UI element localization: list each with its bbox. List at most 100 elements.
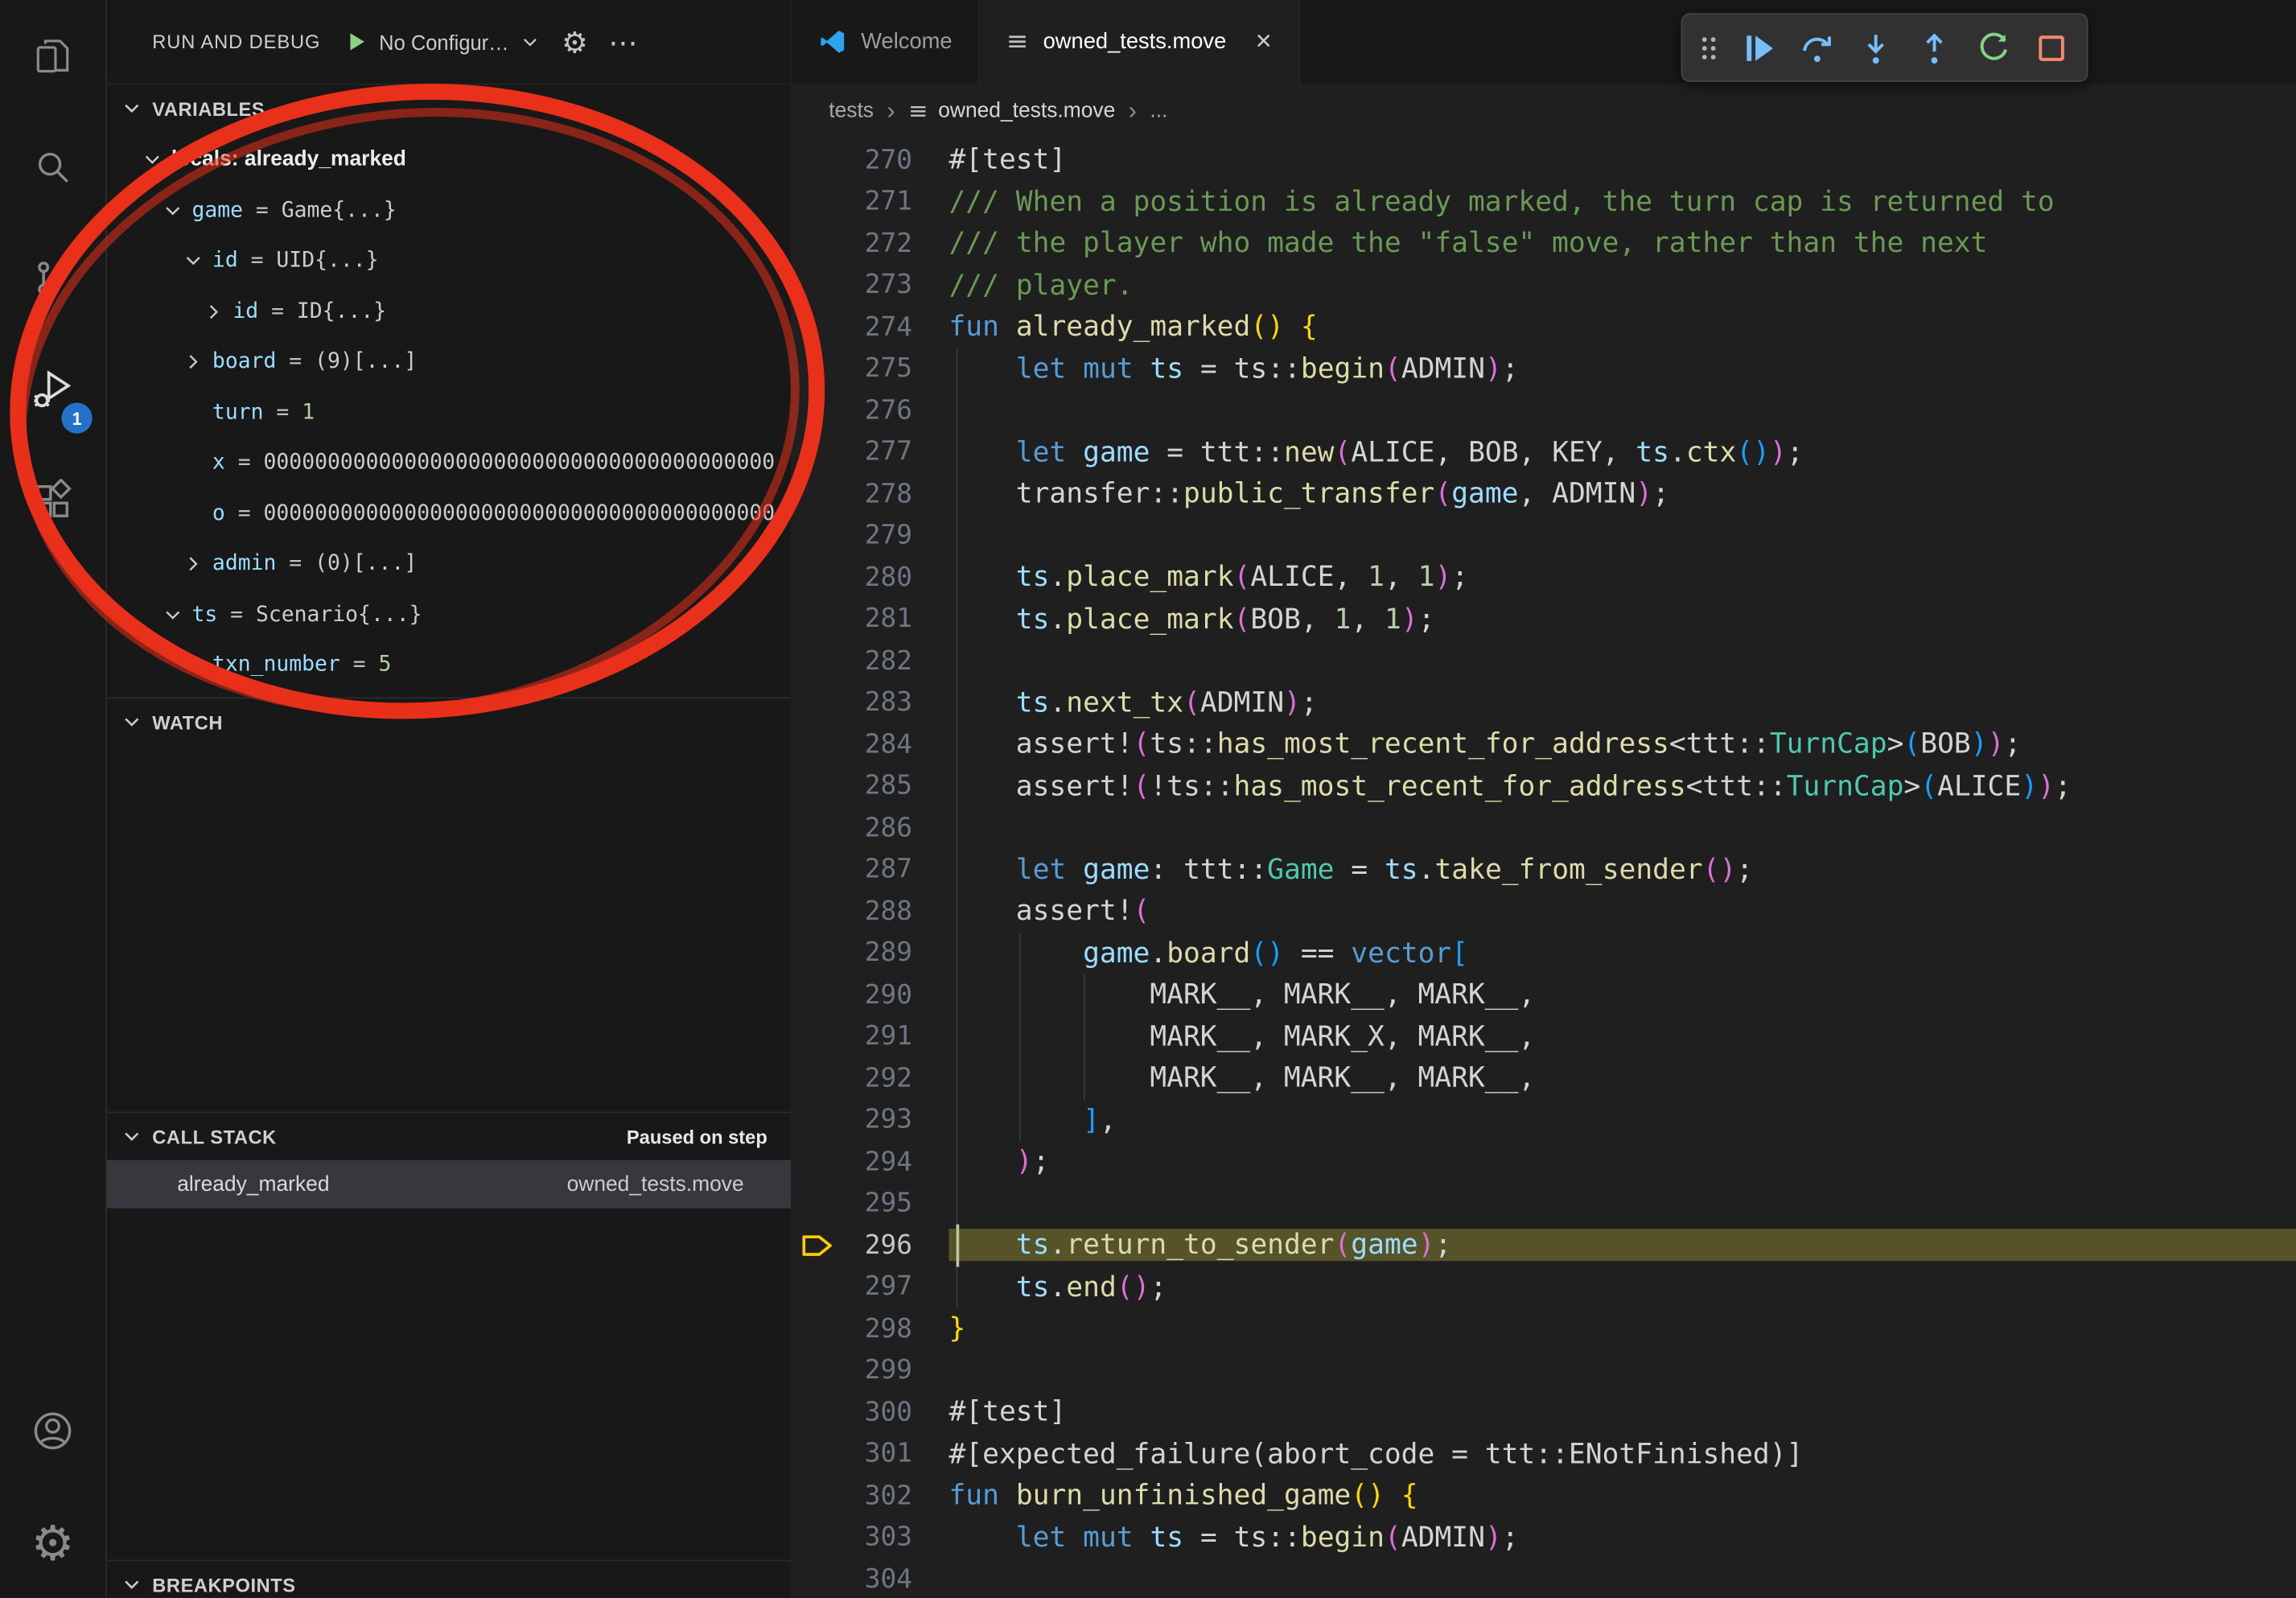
variable-row[interactable]: board = (9)[...] bbox=[107, 337, 791, 388]
code-text[interactable]: ts.next_tx(ADMIN); bbox=[948, 686, 2296, 719]
breadcrumb-folder[interactable]: tests bbox=[829, 100, 874, 123]
tab-owned-tests-move[interactable]: ≡ owned_tests.move × bbox=[980, 0, 1299, 84]
variables-scope-row[interactable]: locals: already_marked bbox=[107, 134, 791, 185]
line-number[interactable]: 300 bbox=[842, 1397, 912, 1427]
run-and-debug-icon[interactable]: 1 bbox=[0, 334, 105, 445]
code-text[interactable]: ts.place_mark(ALICE, 1, 1); bbox=[948, 562, 2296, 594]
debug-settings-gear-icon[interactable]: ⚙ bbox=[562, 24, 588, 60]
line-number[interactable]: 296 bbox=[842, 1230, 912, 1261]
stop-button[interactable] bbox=[2024, 20, 2080, 76]
line-number[interactable]: 286 bbox=[842, 813, 912, 843]
code-text[interactable]: assert!(!ts::has_most_recent_for_address… bbox=[948, 770, 2296, 802]
code-text[interactable]: MARK__, MARK__, MARK__, bbox=[948, 978, 2296, 1011]
code-text[interactable]: fun already_marked() { bbox=[948, 311, 2296, 343]
code-text[interactable]: let game = ttt::new(ALICE, BOB, KEY, ts.… bbox=[948, 436, 2296, 468]
line-number[interactable]: 284 bbox=[842, 729, 912, 760]
line-number[interactable]: 278 bbox=[842, 479, 912, 509]
code-text[interactable]: /// the player who made the "false" move… bbox=[948, 228, 2296, 260]
code-text[interactable]: ts.place_mark(BOB, 1, 1); bbox=[948, 603, 2296, 635]
toolbar-grip-handle[interactable] bbox=[1690, 20, 1728, 76]
line-number[interactable]: 272 bbox=[842, 228, 912, 258]
code-text[interactable]: assert!( bbox=[948, 896, 2296, 928]
line-number[interactable]: 287 bbox=[842, 855, 912, 885]
line-number[interactable]: 270 bbox=[842, 145, 912, 175]
code-text[interactable]: MARK__, MARK_X, MARK__, bbox=[948, 1020, 2296, 1052]
line-number[interactable]: 301 bbox=[842, 1439, 912, 1469]
chevron-down-icon[interactable] bbox=[161, 603, 184, 626]
code-text[interactable]: ); bbox=[948, 1146, 2296, 1178]
variable-row[interactable]: admin = (0)[...] bbox=[107, 539, 791, 590]
current-frame-marker-icon[interactable] bbox=[792, 1231, 842, 1259]
code-text[interactable]: ts.end(); bbox=[948, 1271, 2296, 1303]
line-number[interactable]: 288 bbox=[842, 896, 912, 927]
code-text[interactable]: let mut ts = ts::begin(ADMIN); bbox=[948, 1522, 2296, 1554]
code-area[interactable]: 270 #[test] 271 /// When a position is alre… bbox=[792, 139, 2296, 1598]
line-number[interactable]: 295 bbox=[842, 1188, 912, 1219]
tab-welcome[interactable]: Welcome bbox=[792, 0, 980, 84]
call-stack-frame[interactable]: already_markedowned_tests.move bbox=[107, 1160, 791, 1209]
variable-row[interactable]: game = Game{...} bbox=[107, 185, 791, 236]
code-text[interactable]: } bbox=[948, 1312, 2296, 1345]
variable-row[interactable]: id = UID{...} bbox=[107, 236, 791, 286]
line-number[interactable]: 279 bbox=[842, 521, 912, 551]
line-number[interactable]: 282 bbox=[842, 645, 912, 676]
code-text[interactable]: ], bbox=[948, 1104, 2296, 1136]
code-text[interactable]: assert!(ts::has_most_recent_for_address<… bbox=[948, 728, 2296, 760]
chevron-right-icon[interactable] bbox=[182, 553, 205, 576]
line-number[interactable]: 280 bbox=[842, 562, 912, 593]
line-number[interactable]: 299 bbox=[842, 1355, 912, 1386]
variable-row[interactable]: turn = 1 bbox=[107, 387, 791, 438]
line-number[interactable]: 291 bbox=[842, 1021, 912, 1052]
variables-header[interactable]: VARIABLES bbox=[107, 85, 791, 132]
settings-gear-icon[interactable]: ⚙ bbox=[0, 1487, 105, 1598]
variable-row[interactable]: txn_number = 5 bbox=[107, 640, 791, 690]
code-text[interactable]: /// When a position is already marked, t… bbox=[948, 186, 2296, 218]
continue-button[interactable] bbox=[1730, 20, 1786, 76]
watch-header[interactable]: WATCH bbox=[107, 698, 791, 745]
chevron-down-icon[interactable] bbox=[141, 148, 164, 171]
code-text[interactable]: let mut ts = ts::begin(ADMIN); bbox=[948, 352, 2296, 385]
breakpoints-header[interactable]: BREAKPOINTS bbox=[107, 1561, 791, 1598]
variable-row[interactable]: o = 000000000000000000000000000000000000… bbox=[107, 488, 791, 539]
line-number[interactable]: 271 bbox=[842, 187, 912, 217]
code-text[interactable]: transfer::public_transfer(game, ADMIN); bbox=[948, 478, 2296, 510]
variable-row[interactable]: id = ID{...} bbox=[107, 286, 791, 337]
call-stack-header[interactable]: CALL STACK Paused on step bbox=[107, 1113, 791, 1159]
line-number[interactable]: 273 bbox=[842, 270, 912, 300]
code-text[interactable]: MARK__, MARK__, MARK__, bbox=[948, 1062, 2296, 1094]
restart-button[interactable] bbox=[1965, 20, 2021, 76]
account-icon[interactable] bbox=[0, 1375, 105, 1486]
source-control-icon[interactable] bbox=[0, 223, 105, 334]
line-number[interactable]: 302 bbox=[842, 1481, 912, 1511]
line-number[interactable]: 276 bbox=[842, 395, 912, 426]
line-number[interactable]: 303 bbox=[842, 1522, 912, 1553]
line-number[interactable]: 277 bbox=[842, 437, 912, 467]
code-text[interactable]: #[test] bbox=[948, 1396, 2296, 1428]
line-number[interactable]: 274 bbox=[842, 311, 912, 342]
line-number[interactable]: 294 bbox=[842, 1147, 912, 1177]
code-text[interactable]: let game: ttt::Game = ts.take_from_sende… bbox=[948, 854, 2296, 886]
line-number[interactable]: 289 bbox=[842, 937, 912, 968]
line-number[interactable]: 281 bbox=[842, 603, 912, 634]
step-into-button[interactable] bbox=[1848, 20, 1903, 76]
line-number[interactable]: 275 bbox=[842, 353, 912, 384]
code-text[interactable]: #[expected_failure(abort_code = ttt::ENo… bbox=[948, 1438, 2296, 1470]
line-number[interactable]: 297 bbox=[842, 1271, 912, 1302]
more-actions-icon[interactable]: ⋯ bbox=[608, 24, 637, 60]
chevron-right-icon[interactable] bbox=[182, 350, 205, 373]
code-text[interactable]: /// player. bbox=[948, 269, 2296, 301]
step-over-button[interactable] bbox=[1789, 20, 1845, 76]
start-debug-icon[interactable] bbox=[344, 29, 368, 54]
chevron-right-icon[interactable] bbox=[202, 300, 225, 323]
variable-row[interactable]: ts = Scenario{...} bbox=[107, 590, 791, 640]
chevron-down-icon[interactable] bbox=[182, 249, 205, 273]
launch-config-dropdown[interactable]: No Configur… bbox=[344, 29, 539, 54]
step-out-button[interactable] bbox=[1907, 20, 1962, 76]
line-number[interactable]: 290 bbox=[842, 979, 912, 1010]
line-number[interactable]: 304 bbox=[842, 1564, 912, 1595]
breadcrumb-more[interactable]: ... bbox=[1150, 100, 1167, 123]
line-number[interactable]: 298 bbox=[842, 1313, 912, 1344]
code-text[interactable]: game.board() == vector[ bbox=[948, 937, 2296, 969]
chevron-down-icon[interactable] bbox=[161, 199, 184, 222]
variable-row[interactable]: x = 000000000000000000000000000000000000… bbox=[107, 438, 791, 488]
